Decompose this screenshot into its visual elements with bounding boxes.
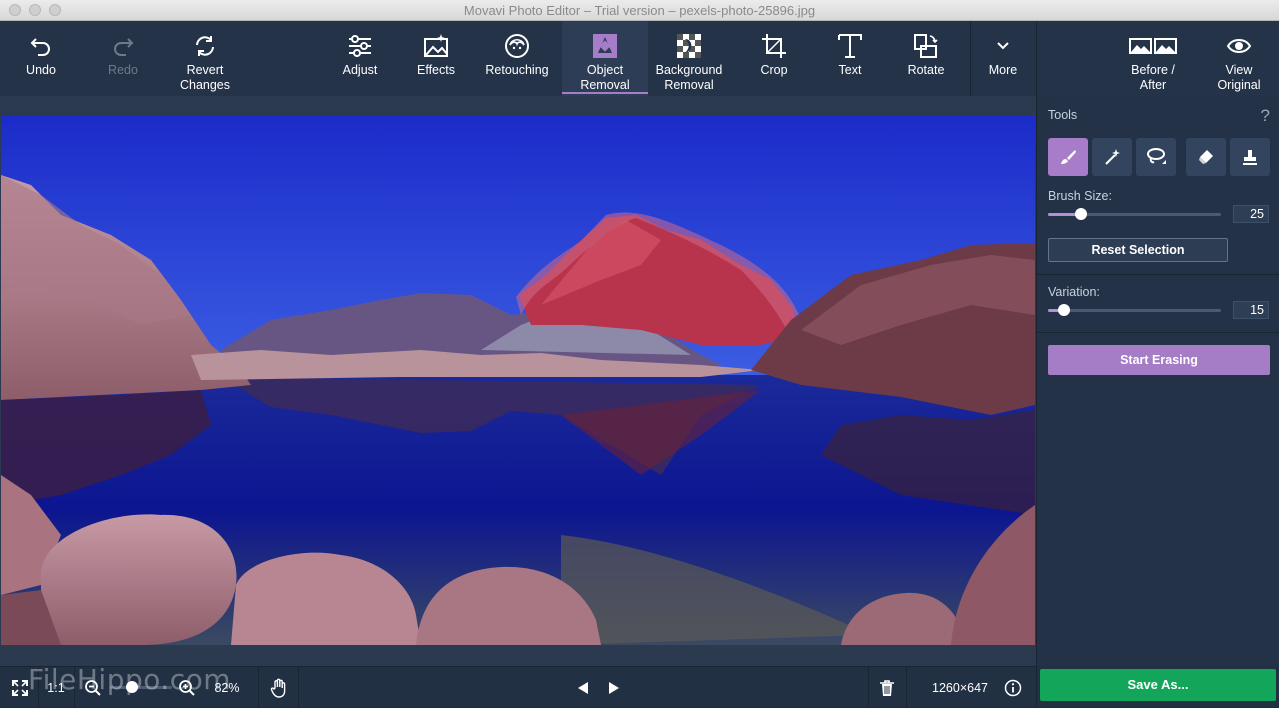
brush-size-input[interactable]: 25 — [1233, 205, 1269, 223]
undo-button[interactable]: Undo — [0, 21, 82, 96]
photo[interactable] — [1, 115, 1035, 645]
variation-knob[interactable] — [1057, 304, 1070, 316]
lasso-icon — [1147, 148, 1166, 164]
window-title: Movavi Photo Editor – Trial version – pe… — [463, 3, 816, 18]
before-after-button[interactable]: Before / After — [1119, 21, 1187, 96]
brush-size-slider[interactable] — [1048, 208, 1221, 220]
text-button[interactable]: Text — [812, 21, 888, 96]
brush-tool-button[interactable] — [1048, 138, 1088, 176]
stamp-icon — [1243, 150, 1257, 165]
hand-icon — [270, 678, 286, 698]
rotate-button[interactable]: Rotate — [888, 21, 964, 96]
redo-button[interactable]: Redo — [82, 21, 164, 96]
landscape-photo — [1, 115, 1035, 645]
before-after-icon — [1129, 38, 1177, 54]
crop-button[interactable]: Crop — [736, 21, 812, 96]
magic-wand-icon — [1105, 149, 1120, 165]
tools-label: Tools — [1048, 108, 1078, 122]
image-canvas[interactable] — [0, 96, 1036, 666]
eraser-tool-button[interactable] — [1186, 138, 1226, 176]
brush-size-label: Brush Size: — [1048, 189, 1112, 203]
help-icon[interactable]: ? — [1261, 106, 1270, 126]
brush-size-knob[interactable] — [1074, 208, 1087, 220]
eye-icon — [1226, 39, 1252, 53]
undo-icon — [30, 38, 50, 56]
sliders-icon — [349, 35, 371, 57]
more-button[interactable]: More — [971, 21, 1035, 96]
refresh-icon — [196, 36, 214, 56]
view-toolbar: Before / After View Original — [1036, 21, 1279, 96]
variation-label: Variation: — [1048, 285, 1100, 299]
next-image-button[interactable] — [603, 667, 625, 708]
rotate-icon — [914, 34, 938, 58]
view-original-button[interactable]: View Original — [1203, 21, 1275, 96]
magic-wand-tool-button[interactable] — [1092, 138, 1132, 176]
lasso-tool-button[interactable] — [1136, 138, 1176, 176]
title-bar: Movavi Photo Editor – Trial version – pe… — [0, 0, 1279, 21]
redo-icon — [114, 38, 134, 56]
trash-icon — [880, 679, 894, 696]
panel-divider — [1037, 332, 1279, 333]
triangle-right-icon — [609, 681, 619, 694]
bottom-divider — [906, 667, 907, 708]
effects-icon — [424, 34, 448, 57]
save-as-button[interactable]: Save As... — [1040, 669, 1276, 701]
brush-icon — [1061, 150, 1076, 164]
triangle-left-icon — [578, 681, 588, 694]
stamp-tool-button[interactable] — [1230, 138, 1270, 176]
delete-button[interactable] — [874, 667, 900, 708]
previous-image-button[interactable] — [572, 667, 594, 708]
info-button[interactable] — [1000, 667, 1026, 708]
hand-tool-button[interactable] — [262, 667, 296, 708]
chevron-down-icon — [997, 42, 1009, 50]
main-toolbar: Undo Redo Revert Changes Adjust Effects … — [0, 21, 1279, 96]
bottom-divider — [868, 667, 869, 708]
background-removal-icon — [677, 34, 701, 58]
start-erasing-button[interactable]: Start Erasing — [1048, 345, 1270, 375]
bottom-divider — [258, 667, 259, 708]
crop-icon — [762, 34, 786, 58]
face-icon — [505, 34, 529, 58]
variation-input[interactable]: 15 — [1233, 301, 1269, 319]
object-removal-panel: Tools ? Brush Size: 25 Reset Selection V… — [1036, 96, 1279, 666]
info-icon — [1004, 679, 1022, 696]
revert-changes-button[interactable]: Revert Changes — [164, 21, 246, 96]
panel-divider — [1037, 274, 1279, 275]
app-window: Movavi Photo Editor – Trial version – pe… — [0, 0, 1279, 708]
bottom-divider — [298, 667, 299, 708]
effects-button[interactable]: Effects — [398, 21, 474, 96]
adjust-button[interactable]: Adjust — [322, 21, 398, 96]
expand-icon — [12, 679, 28, 696]
image-dimensions: 1260×647 — [932, 680, 988, 695]
filehippo-watermark: FileHippo.com — [28, 663, 232, 696]
eraser-icon — [1199, 150, 1213, 164]
object-removal-icon — [593, 34, 617, 58]
object-removal-button[interactable]: Object Removal — [562, 21, 648, 96]
retouching-button[interactable]: Retouching — [474, 21, 560, 96]
background-removal-button[interactable]: Background Removal — [648, 21, 730, 96]
reset-selection-button[interactable]: Reset Selection — [1048, 238, 1228, 262]
variation-slider[interactable] — [1048, 304, 1221, 316]
text-icon — [838, 34, 862, 58]
save-area: Save As... — [1036, 666, 1279, 707]
